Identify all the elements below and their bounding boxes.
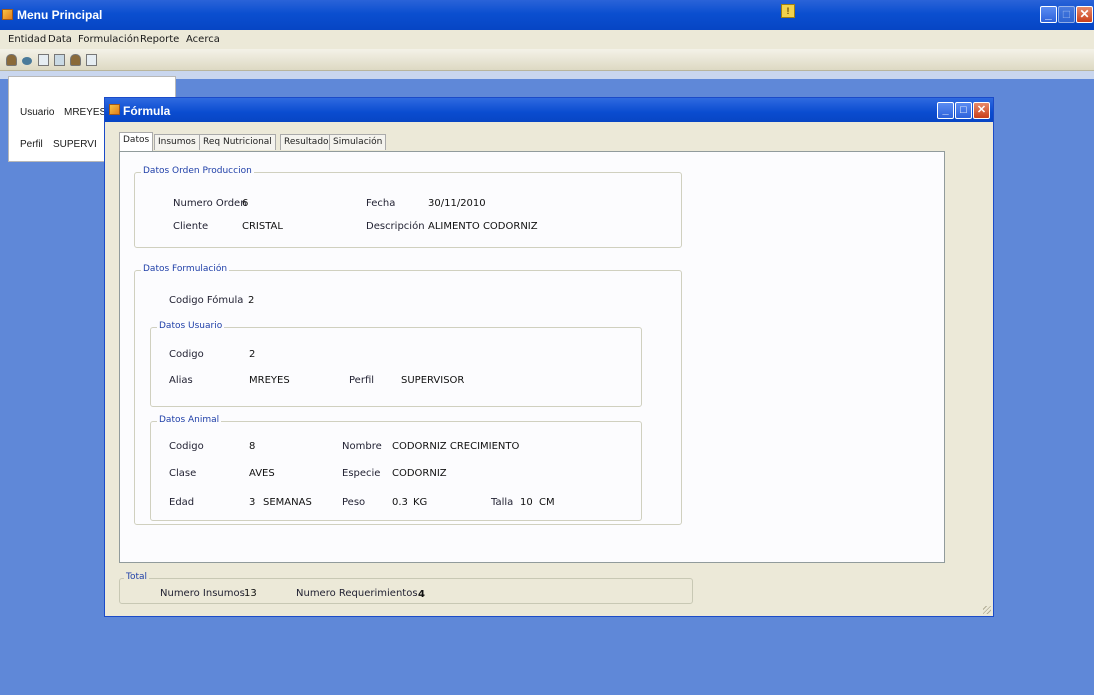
group-usuario: Datos Usuario Codigo 2 Alias MREYES Perf… <box>150 321 642 407</box>
group-total: Total Numero Insumos 13 Numero Requerimi… <box>119 572 693 604</box>
warning-icon[interactable]: ! <box>781 4 795 18</box>
user-report-icon[interactable] <box>70 54 81 66</box>
group-orden-legend: Datos Orden Produccion <box>141 166 254 176</box>
tab-simulacion[interactable]: Simulación <box>329 134 387 150</box>
peso-label: Peso <box>342 497 366 508</box>
menu-entidad[interactable]: Entidad <box>8 34 46 45</box>
usuario-codigo-label: Codigo <box>169 349 204 360</box>
formula-titlebar[interactable]: Fórmula _ □ ✕ <box>105 98 993 122</box>
user-value: MREYES <box>64 107 107 118</box>
main-window-title: Menu Principal <box>17 8 103 22</box>
group-usuario-legend: Datos Usuario <box>157 321 225 331</box>
nombre-label: Nombre <box>342 441 382 452</box>
talla-value: 10 <box>520 497 533 508</box>
app-icon <box>2 9 13 20</box>
edad-value: 3 <box>249 497 256 508</box>
formula-window: Fórmula _ □ ✕ Datos Insumos Req Nutricio… <box>104 97 994 617</box>
peso-unit: KG <box>413 497 428 508</box>
data-icon[interactable] <box>22 57 32 65</box>
menu-acerca[interactable]: Acerca <box>186 34 220 45</box>
profile-value: SUPERVI <box>53 139 97 150</box>
numero-insumos-value: 13 <box>244 588 257 599</box>
clase-label: Clase <box>169 468 197 479</box>
calculator-icon[interactable] <box>54 54 65 66</box>
formula-minimize-button[interactable]: _ <box>937 102 954 119</box>
report-icon[interactable] <box>86 54 97 66</box>
profile-label: Perfil <box>20 139 43 150</box>
group-orden: Datos Orden Produccion Numero Orden 6 Fe… <box>134 166 682 248</box>
perfil-label: Perfil <box>349 375 375 386</box>
maximize-button[interactable]: □ <box>1058 6 1075 23</box>
menu-bar: Entidad Data Formulación Reporte Acerca <box>0 30 1094 49</box>
numero-orden-value: 6 <box>242 198 249 209</box>
document-icon[interactable] <box>38 54 49 66</box>
animal-codigo-label: Codigo <box>169 441 204 452</box>
talla-unit: CM <box>539 497 555 508</box>
cliente-label: Cliente <box>173 221 209 232</box>
numero-requerimientos-value: 4 <box>418 589 425 600</box>
user-label: Usuario <box>20 107 55 118</box>
usuario-codigo-value: 2 <box>249 349 256 360</box>
descripcion-value: ALIMENTO CODORNIZ <box>428 221 538 232</box>
numero-orden-label: Numero Orden <box>173 198 247 209</box>
descripcion-label: Descripción <box>366 221 425 232</box>
tab-resultado[interactable]: Resultado <box>280 134 333 150</box>
formula-maximize-button[interactable]: □ <box>955 102 972 119</box>
minimize-button[interactable]: _ <box>1040 6 1057 23</box>
clase-value: AVES <box>249 468 275 479</box>
group-formulacion: Datos Formulación Codigo Fómula 2 Datos … <box>134 264 682 525</box>
formula-window-title: Fórmula <box>123 104 171 118</box>
main-titlebar: Menu Principal ! _ □ ✕ <box>0 0 1094 30</box>
animal-codigo-value: 8 <box>249 441 256 452</box>
user-icon[interactable] <box>6 54 17 66</box>
perfil-value: SUPERVISOR <box>401 375 465 386</box>
codigo-formula-value: 2 <box>248 295 255 306</box>
menu-formulacion[interactable]: Formulación <box>78 34 139 45</box>
alias-value: MREYES <box>249 375 290 386</box>
tab-insumos[interactable]: Insumos <box>154 134 200 150</box>
edad-label: Edad <box>169 497 195 508</box>
numero-insumos-label: Numero Insumos <box>160 588 245 599</box>
group-total-legend: Total <box>124 572 150 582</box>
tab-req-nutricional[interactable]: Req Nutricional <box>199 134 276 150</box>
especie-value: CODORNIZ <box>392 468 447 479</box>
menu-data[interactable]: Data <box>48 34 72 45</box>
alias-label: Alias <box>169 375 193 386</box>
formula-close-button[interactable]: ✕ <box>973 102 990 119</box>
toolbar <box>0 49 1094 71</box>
menu-reporte[interactable]: Reporte <box>140 34 179 45</box>
formula-window-icon <box>109 104 120 115</box>
peso-value: 0.3 <box>392 497 408 508</box>
cliente-value: CRISTAL <box>242 221 283 232</box>
group-animal: Datos Animal Codigo 8 Nombre CODORNIZ CR… <box>150 415 642 521</box>
tab-datos[interactable]: Datos <box>119 132 154 151</box>
talla-label: Talla <box>491 497 514 508</box>
codigo-formula-label: Codigo Fómula <box>169 295 244 306</box>
tab-page-datos: Datos Orden Produccion Numero Orden 6 Fe… <box>119 151 945 563</box>
fecha-label: Fecha <box>366 198 396 209</box>
fecha-value: 30/11/2010 <box>428 198 486 209</box>
numero-requerimientos-label: Numero Requerimientos <box>296 588 418 599</box>
especie-label: Especie <box>342 468 381 479</box>
group-formulacion-legend: Datos Formulación <box>141 264 230 274</box>
close-button[interactable]: ✕ <box>1076 6 1093 23</box>
resize-grip[interactable] <box>983 606 991 614</box>
group-animal-legend: Datos Animal <box>157 415 222 425</box>
nombre-value: CODORNIZ CRECIMIENTO <box>392 441 520 452</box>
edad-unit: SEMANAS <box>263 497 312 508</box>
